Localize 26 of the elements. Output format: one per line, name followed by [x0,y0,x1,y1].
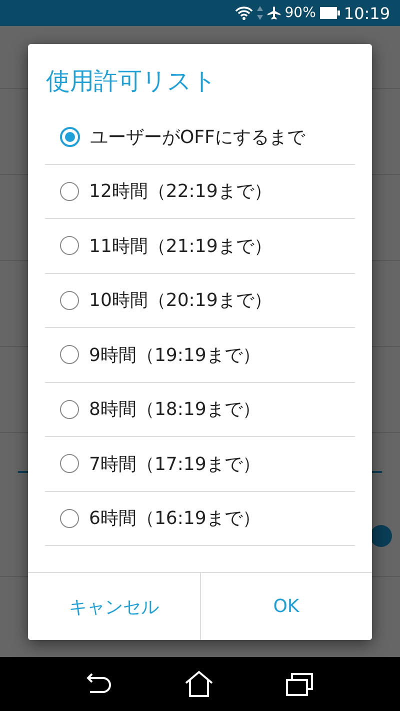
radio-button[interactable] [60,345,79,364]
radio-option[interactable]: 6時間（16:19まで） [45,492,355,546]
radio-button[interactable] [60,236,79,256]
dialog-title: 使用許可リスト [45,66,218,96]
radio-option[interactable]: 8時間（18:19まで） [45,382,355,437]
radio-button[interactable] [60,126,80,147]
radio-option[interactable]: 10時間（20:19まで） [45,274,355,328]
battery-percent: 90% [284,5,316,21]
data-arrows-icon [256,6,263,20]
recent-apps-icon[interactable] [284,671,315,697]
wifi-icon [234,6,253,20]
radio-option[interactable]: 11時間（21:19まで） [45,219,355,274]
toggle-switch[interactable] [370,525,392,547]
radio-option[interactable]: 7時間（17:19まで） [45,437,355,492]
radio-button[interactable] [60,290,79,310]
radio-button[interactable] [60,400,79,419]
radio-option[interactable]: 12時間（22:19まで） [45,164,355,219]
radio-button[interactable] [60,454,79,474]
airplane-icon [266,6,281,20]
radio-option[interactable]: ユーザーがOFFにするまで [45,110,355,164]
radio-button[interactable] [60,508,79,528]
home-icon[interactable] [184,670,214,698]
battery-icon [320,7,340,19]
radio-option[interactable]: 9時間（19:19まで） [45,328,355,382]
clock: 10:19 [344,4,390,22]
radio-button[interactable] [60,182,79,201]
